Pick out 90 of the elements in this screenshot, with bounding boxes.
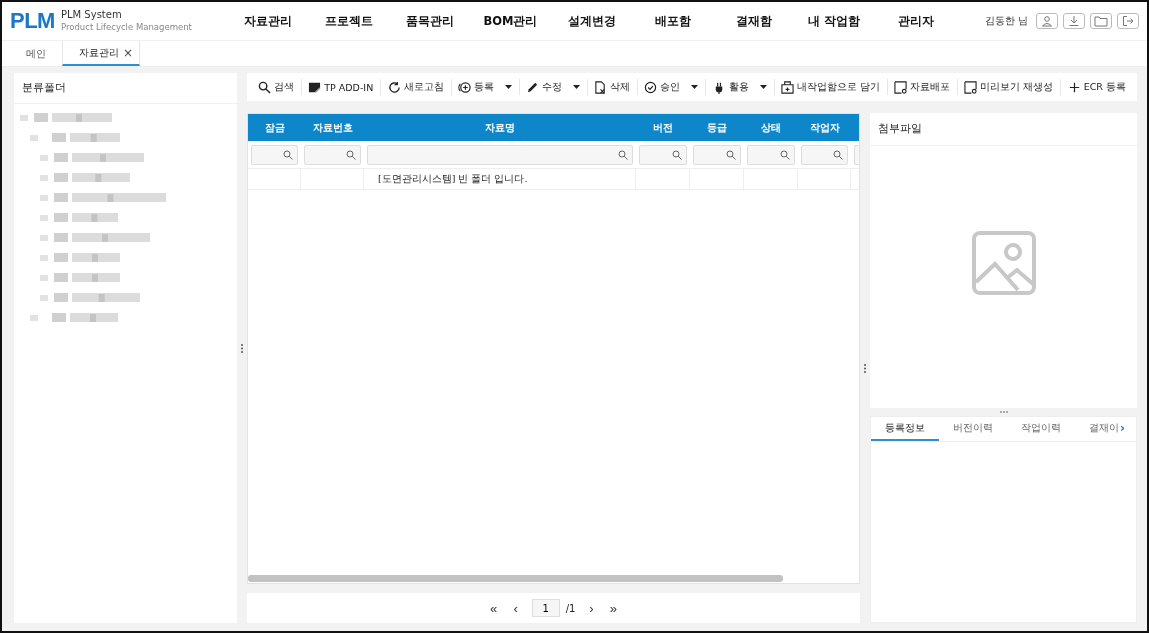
first-page-button[interactable]: « [483,600,504,616]
folder-button[interactable] [1090,13,1112,29]
search-icon [780,150,790,160]
toolbar-button[interactable]: 미리보기 재생성 [957,80,1061,94]
filter-field[interactable] [801,145,848,165]
toolbar-button[interactable]: 활용 [705,80,774,94]
caret-icon [572,85,580,89]
close-icon[interactable]: × [123,45,134,60]
toolbar-icon [1067,80,1081,94]
toolbar-icon [308,80,322,94]
user-profile-button[interactable] [1036,13,1058,29]
table-cell: [도면관리시스템] 빈 폴더 입니다. [378,172,528,186]
toolbar-button[interactable]: ECR 등록 [1060,80,1133,94]
page-total: /1 [565,602,576,614]
download-icon [1068,15,1080,27]
caret-icon [759,85,767,89]
toolbar-icon [387,80,401,94]
filter-field[interactable] [251,145,298,165]
search-icon [618,150,628,160]
logo-mark: PLM [10,8,55,34]
caret-icon [691,85,699,89]
column-header[interactable]: 자료명 [364,114,636,141]
sidebar-title: 분류폴더 [14,73,237,104]
page-tab[interactable]: 메인 [10,41,62,66]
download-button[interactable] [1063,13,1085,29]
column-header[interactable]: 상태 [744,114,798,141]
toolbar-icon [780,80,794,94]
search-icon [726,150,736,160]
app-title: PLM System [60,8,123,21]
nav-menu-item[interactable]: 품목관리 [389,13,470,29]
nav-menu-item[interactable]: 내 작업함 [794,13,875,29]
panel-title: 첨부파일 [870,113,1137,146]
toolbar-button[interactable]: 삭제 [587,80,638,94]
filter-field[interactable] [367,145,633,165]
toolbar-icon [594,80,608,94]
toolbar-button[interactable]: 등록 [450,80,519,94]
logout-icon [1122,15,1134,27]
toolbar-button[interactable]: 새로고침 [380,80,451,94]
nav-menu-item[interactable]: BOM관리 [470,13,551,29]
toolbar-button[interactable]: TP ADD-IN [301,80,381,94]
toolbar-button[interactable]: 검색 [251,80,301,94]
column-header[interactable]: 버전 [636,114,690,141]
column-header[interactable]: 자료번호 [301,114,364,141]
nav-menu-item[interactable]: 자료관리 [227,13,308,29]
toolbar-icon [644,80,658,94]
toolbar-icon [894,80,908,94]
caret-icon [504,85,512,89]
search-icon [833,150,843,160]
horizontal-scrollbar[interactable] [248,575,783,582]
splitter-handle[interactable] [241,343,243,353]
nav-menu-item[interactable]: 배포함 [632,13,713,29]
column-header[interactable]: 잠금 [248,114,301,141]
last-page-button[interactable]: » [603,600,624,616]
column-header[interactable]: 작업자 [798,114,851,141]
nav-menu-item[interactable]: 프로젝트 [308,13,389,29]
page-input[interactable]: 1 [531,599,560,617]
logout-button[interactable] [1117,13,1139,29]
search-icon [283,150,293,160]
toolbar-button[interactable]: 승인 [637,80,706,94]
filter-field[interactable] [747,145,795,165]
splitter-handle[interactable] [864,363,866,373]
toolbar-icon [525,80,539,94]
resize-handle[interactable] [999,411,1008,413]
toolbar-button[interactable]: 수정 [518,80,587,94]
folder-icon [1094,15,1108,27]
filter-field[interactable] [304,145,361,165]
nav-menu-item[interactable]: 설계변경 [551,13,632,29]
detail-tab[interactable]: 등록정보 [871,417,939,441]
user-name: 김동한 님 [984,14,1028,28]
detail-tab[interactable]: 작업이력 [1007,417,1075,441]
filter-field[interactable] [693,145,741,165]
search-icon [346,150,356,160]
person-icon [1041,15,1053,27]
filter-field[interactable] [639,145,687,165]
detail-tab[interactable]: 버전이력 [939,417,1007,441]
app-subtitle: Product Lifecycle Management [60,21,192,34]
nav-menu-item[interactable]: 결재함 [713,13,794,29]
nav-menu-item[interactable]: 관리자 [875,13,956,29]
column-header[interactable]: 등급 [690,114,744,141]
toolbar-button[interactable]: 자료배포 [887,80,958,94]
previous-page-button[interactable]: ‹ [505,600,526,616]
search-icon [672,150,682,160]
scroll-right-button[interactable]: › [1120,417,1125,441]
toolbar-button[interactable]: 내작업함으로 담기 [773,80,887,94]
next-page-button[interactable]: › [581,600,602,616]
toolbar-icon [457,80,471,94]
toolbar-icon [258,80,271,94]
image-placeholder-icon [970,230,1037,296]
toolbar-icon [964,80,978,94]
detail-tab[interactable]: 결재이 [1075,417,1119,441]
